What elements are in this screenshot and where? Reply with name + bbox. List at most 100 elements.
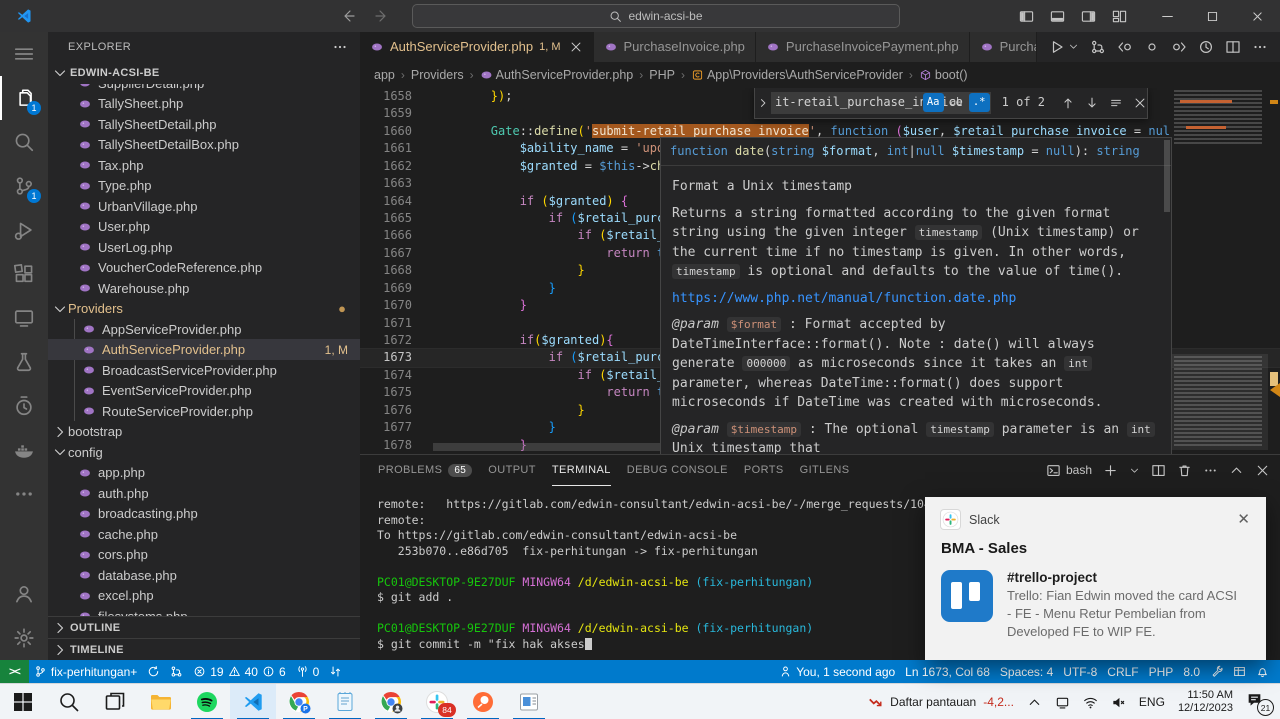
activity-extensions[interactable] (0, 252, 48, 296)
tree-item[interactable]: RouteServiceProvider.php (48, 401, 360, 422)
tree-item[interactable]: database.php (48, 565, 360, 586)
activity-remote-explorer[interactable] (0, 296, 48, 340)
taskbar-preview-app[interactable] (506, 684, 552, 719)
editor-tab[interactable]: PurchaseInvoicePayment.php (756, 32, 970, 62)
panel-tab[interactable]: PORTS (744, 455, 784, 486)
volume-muted-icon[interactable] (1111, 695, 1126, 710)
editor-tab[interactable]: PurchaseInvoic (970, 32, 1037, 62)
panel-tab[interactable]: OUTPUT (488, 455, 536, 486)
customize-layout-icon[interactable] (1112, 9, 1127, 24)
tab-close-icon[interactable] (569, 40, 583, 54)
git-blame-status[interactable]: You, 1 second ago (774, 660, 900, 683)
activity-run-debug[interactable] (0, 208, 48, 252)
terminal-dropdown-icon[interactable] (1129, 465, 1140, 476)
taskbar-slack[interactable]: 84 (414, 684, 460, 719)
activity-settings[interactable] (0, 616, 48, 660)
taskbar-chrome-profile[interactable]: P (276, 684, 322, 719)
notifications-status[interactable] (1251, 660, 1274, 683)
tree-item[interactable]: Providers● (48, 298, 360, 319)
tree-item[interactable]: cors.php (48, 544, 360, 565)
nav-back-icon[interactable] (340, 8, 356, 24)
activity-menu[interactable] (0, 32, 48, 76)
nav-forward-icon[interactable] (374, 8, 390, 24)
window-close-button[interactable] (1235, 0, 1280, 32)
taskbar-start[interactable] (0, 684, 46, 719)
activity-explorer[interactable]: 1 (0, 76, 48, 120)
tree-root-folder[interactable]: EDWIN-ACSI-BE (48, 62, 360, 84)
tree-item[interactable]: cache.php (48, 524, 360, 545)
tree-item[interactable]: config (48, 442, 360, 463)
regex-toggle[interactable]: .* (969, 93, 990, 112)
previous-change-icon[interactable] (1117, 39, 1133, 55)
notification-close-icon[interactable]: ✕ (1237, 512, 1250, 527)
tree-item[interactable]: VoucherCodeReference.php (48, 257, 360, 278)
find-expand-icon[interactable] (755, 88, 771, 118)
action-center[interactable]: 21 (1246, 691, 1270, 713)
encoding-status[interactable]: UTF-8 (1058, 660, 1102, 683)
tree-item[interactable]: User.php (48, 216, 360, 237)
new-terminal-icon[interactable] (1103, 463, 1118, 478)
editor-tab[interactable]: AuthServiceProvider.php 1, M (360, 32, 594, 62)
command-center-search[interactable]: edwin-acsi-be (412, 4, 900, 28)
panel-tab[interactable]: PROBLEMS 65 (378, 455, 472, 486)
outline-section[interactable]: OUTLINE (48, 616, 360, 638)
window-maximize-button[interactable] (1190, 0, 1235, 32)
tree-item[interactable]: TallySheetDetailBox.php (48, 134, 360, 155)
panel-tab[interactable]: TERMINAL (552, 455, 611, 486)
timeline-icon[interactable] (1198, 39, 1214, 55)
toggle-panel-icon[interactable] (1050, 9, 1065, 24)
find-next-icon[interactable] (1085, 96, 1099, 110)
git-branch-status[interactable]: fix-perhitungan+ (29, 660, 142, 683)
tree-item[interactable]: UserLog.php (48, 237, 360, 258)
activity-more[interactable] (0, 472, 48, 516)
hover-scrollbar[interactable] (1164, 140, 1170, 212)
taskbar-file-explorer[interactable] (138, 684, 184, 719)
remote-indicator[interactable]: >< (0, 660, 29, 683)
ports-status[interactable]: 0 (291, 660, 325, 683)
toggle-sidebar-icon[interactable] (1019, 9, 1034, 24)
indentation-status[interactable]: Spaces: 4 (995, 660, 1058, 683)
tree-item[interactable]: Warehouse.php (48, 278, 360, 299)
window-minimize-button[interactable] (1145, 0, 1190, 32)
maximize-panel-icon[interactable] (1229, 463, 1244, 478)
news-widget[interactable]: Daftar pantauan -4,2... (868, 695, 1014, 710)
breadcrumb-item[interactable]: boot() (919, 68, 968, 82)
language-mode-status[interactable]: PHP (1144, 660, 1179, 683)
tree-item[interactable]: UrbanVillage.php (48, 196, 360, 217)
breadcrumb-item[interactable]: Providers (411, 68, 464, 82)
tree-item[interactable]: EventServiceProvider.php (48, 380, 360, 401)
taskbar-spotify[interactable] (184, 684, 230, 719)
tray-display-icon[interactable] (1055, 695, 1070, 710)
terminal-shell-label[interactable]: bash (1046, 463, 1092, 478)
panel-tab[interactable]: GITLENS (800, 455, 850, 486)
keyboard-language[interactable]: ENG (1139, 695, 1165, 709)
more-actions-icon[interactable] (1252, 39, 1268, 55)
breadcrumb-item[interactable]: App\Providers\AuthServiceProvider (691, 68, 903, 82)
split-editor-icon[interactable] (1225, 39, 1241, 55)
breadcrumb-item[interactable]: PHP (649, 68, 675, 82)
eol-status[interactable]: CRLF (1102, 660, 1143, 683)
taskbar-postman[interactable] (460, 684, 506, 719)
activity-account[interactable] (0, 572, 48, 616)
minimap[interactable] (1170, 88, 1268, 454)
wifi-icon[interactable] (1083, 695, 1098, 710)
gitlens-graph-status[interactable] (165, 660, 188, 683)
find-previous-icon[interactable] (1061, 96, 1075, 110)
next-change-icon[interactable] (1171, 39, 1187, 55)
git-graph-icon[interactable] (1090, 39, 1106, 55)
tree-item[interactable]: TallySheet.php (48, 93, 360, 114)
php-version-status[interactable]: 8.0 (1178, 660, 1205, 683)
slack-notification[interactable]: Slack ✕ BMA - Sales #trello-project Trel… (925, 497, 1266, 660)
match-case-toggle[interactable]: Aa (923, 93, 944, 112)
clock[interactable]: 11:50 AM 12/12/2023 (1178, 689, 1233, 715)
taskbar-chrome[interactable] (368, 684, 414, 719)
toggle-secondary-sidebar-icon[interactable] (1081, 9, 1096, 24)
panel-tab[interactable]: DEBUG CONSOLE (627, 455, 728, 486)
whole-word-toggle[interactable]: ab (946, 93, 967, 112)
run-dropdown-icon[interactable] (1068, 41, 1079, 52)
split-terminal-icon[interactable] (1151, 463, 1166, 478)
timeline-section[interactable]: TIMELINE (48, 638, 360, 660)
tree-item[interactable]: broadcasting.php (48, 503, 360, 524)
tree-item[interactable]: AuthServiceProvider.php1, M (48, 339, 360, 360)
tree-item[interactable]: SupplierDetail.php (48, 84, 360, 94)
